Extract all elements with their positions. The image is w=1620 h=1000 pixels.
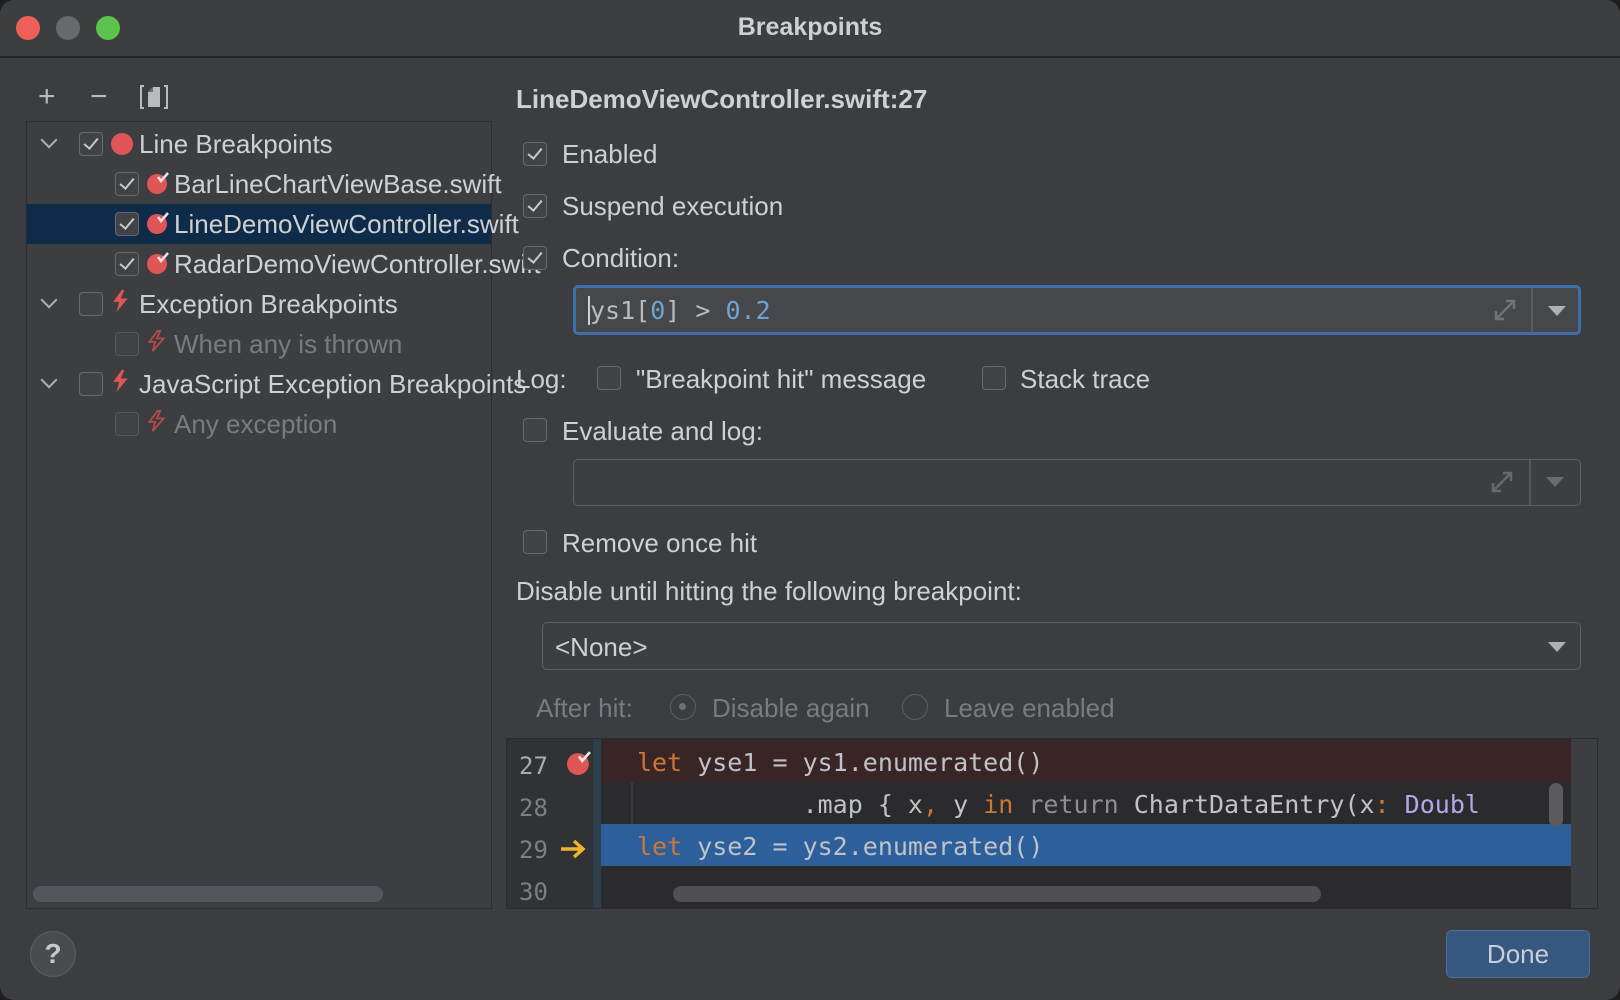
chevron-down-icon[interactable] <box>40 131 58 149</box>
log-label: Log: <box>516 364 567 394</box>
disable-again-label: Disable again <box>712 693 870 723</box>
verified-breakpoint-icon <box>147 252 169 274</box>
exception-bolt-icon <box>147 410 166 432</box>
editor-vertical-scrollbar[interactable] <box>1549 783 1563 827</box>
tree-checkbox[interactable] <box>115 332 139 356</box>
disable-until-label: Disable until hitting the following brea… <box>516 576 1022 606</box>
evaluate-and-log-checkbox[interactable] <box>523 418 547 442</box>
title-bar: Breakpoints <box>0 0 1620 58</box>
evaluate-and-log-label: Evaluate and log: <box>562 416 763 446</box>
condition-label: Condition: <box>562 243 680 273</box>
tree-item-label: Exception Breakpoints <box>139 289 398 319</box>
code-line-27: let yse1 = ys1.enumerated() <box>601 740 1571 782</box>
tree-item-when-any-is-thrown[interactable]: When any is thrown <box>27 324 491 364</box>
line-number: 29 <box>519 836 548 864</box>
tree-item-barlinechartviewbase[interactable]: BarLineChartViewBase.swift <box>27 164 502 204</box>
tree-checkbox[interactable] <box>115 252 139 276</box>
condition-value: ys1[0] > 0.2 <box>588 296 771 325</box>
window-title: Breakpoints <box>737 13 883 41</box>
tree-checkbox[interactable] <box>79 372 103 396</box>
verified-breakpoint-icon <box>147 212 169 234</box>
suspend-execution-checkbox[interactable] <box>523 194 547 218</box>
leave-enabled-radio[interactable] <box>902 694 928 720</box>
tree-group-exception-breakpoints[interactable]: Exception Breakpoints <box>27 284 491 324</box>
line-number: 28 <box>519 794 548 822</box>
leave-enabled-label: Leave enabled <box>944 693 1115 723</box>
remove-breakpoint-button[interactable]: − <box>90 82 108 112</box>
verified-breakpoint-icon[interactable] <box>567 751 591 775</box>
verified-breakpoint-icon <box>147 172 169 194</box>
tree-checkbox[interactable] <box>79 292 103 316</box>
code-line-28: .map { x, y in return ChartDataEntry(x: … <box>601 782 1571 824</box>
line-breakpoint-icon <box>111 133 133 155</box>
history-dropdown-icon[interactable] <box>1546 477 1564 487</box>
tree-checkbox[interactable] <box>115 212 139 236</box>
tree-group-javascript-exception-breakpoints[interactable]: JavaScript Exception Breakpoints <box>27 364 526 404</box>
disable-until-value: <None> <box>555 632 648 662</box>
line-number: 30 <box>519 878 548 906</box>
enabled-checkbox[interactable] <box>523 142 547 166</box>
exception-bolt-icon <box>147 330 166 352</box>
disable-again-radio[interactable] <box>670 694 696 720</box>
breakpoints-tree[interactable]: Line Breakpoints BarLineChartViewBase.sw… <box>26 121 541 909</box>
tree-item-radardemoviewcontroller[interactable]: RadarDemoViewController.swift <box>27 244 541 284</box>
log-message-checkbox[interactable] <box>597 366 621 390</box>
tree-checkbox[interactable] <box>115 412 139 436</box>
tree-item-label: RadarDemoViewController.swift <box>174 249 541 279</box>
tree-horizontal-scrollbar[interactable] <box>33 886 383 902</box>
line-number: 27 <box>519 752 548 780</box>
stack-trace-label: Stack trace <box>1020 364 1151 394</box>
code-preview[interactable]: 27 28 29 30 let yse1 = ys1.enumerated() … <box>506 738 1598 909</box>
breakpoints-dialog: Breakpoints + − Line Breakpoints BarLine… <box>0 0 1620 1000</box>
tree-item-any-exception[interactable]: Any exception <box>27 404 491 444</box>
after-hit-label: After hit: <box>536 693 633 723</box>
breakpoint-heading: LineDemoViewController.swift:27 <box>516 84 928 114</box>
condition-input[interactable]: ys1[0] > 0.2 <box>573 285 1581 335</box>
remove-once-hit-checkbox[interactable] <box>523 530 547 554</box>
chevron-down-icon[interactable] <box>40 371 58 389</box>
expand-editor-icon[interactable] <box>1492 297 1518 323</box>
tree-item-label: When any is thrown <box>174 329 403 359</box>
tree-checkbox[interactable] <box>115 172 139 196</box>
help-button[interactable]: ? <box>30 931 76 977</box>
editor-gutter: 27 28 29 30 <box>507 739 593 908</box>
tree-item-label: Line Breakpoints <box>139 129 333 159</box>
tree-item-label: JavaScript Exception Breakpoints <box>139 369 527 399</box>
editor-horizontal-scrollbar[interactable] <box>673 886 1321 902</box>
chevron-down-icon <box>1548 642 1566 652</box>
stack-trace-checkbox[interactable] <box>982 366 1006 390</box>
tree-checkbox[interactable] <box>79 132 103 156</box>
condition-checkbox[interactable] <box>523 246 547 270</box>
tree-item-label: LineDemoViewController.swift <box>174 209 519 239</box>
remove-once-hit-label: Remove once hit <box>562 528 758 558</box>
exception-bolt-icon <box>113 370 128 392</box>
chevron-down-icon[interactable] <box>40 291 58 309</box>
suspend-execution-label: Suspend execution <box>562 191 784 221</box>
log-message-label: "Breakpoint hit" message <box>636 364 927 394</box>
execution-point-arrow-icon <box>561 839 586 859</box>
field-divider <box>1531 288 1533 332</box>
enabled-label: Enabled <box>562 139 658 169</box>
history-dropdown-icon[interactable] <box>1548 306 1566 316</box>
tree-item-linedemoviewcontroller[interactable]: LineDemoViewController.swift <box>27 204 519 244</box>
code-line-29: let yse2 = ys2.enumerated() <box>601 824 1571 866</box>
tree-group-line-breakpoints[interactable]: Line Breakpoints <box>27 124 491 164</box>
tree-item-label: BarLineChartViewBase.swift <box>174 169 502 199</box>
gutter-separator <box>593 739 601 908</box>
group-by-file-icon <box>140 85 168 109</box>
editor-vertical-track <box>1571 739 1597 908</box>
expand-editor-icon[interactable] <box>1489 469 1515 495</box>
exception-bolt-icon <box>113 290 128 312</box>
tree-item-label: Any exception <box>174 409 338 439</box>
evaluate-and-log-input[interactable] <box>573 459 1581 506</box>
add-breakpoint-button[interactable]: + <box>38 82 56 112</box>
disable-until-dropdown[interactable]: <None> <box>542 622 1581 670</box>
field-divider <box>1529 460 1531 505</box>
group-by-file-button[interactable] <box>140 83 168 111</box>
done-button[interactable]: Done <box>1446 930 1590 978</box>
